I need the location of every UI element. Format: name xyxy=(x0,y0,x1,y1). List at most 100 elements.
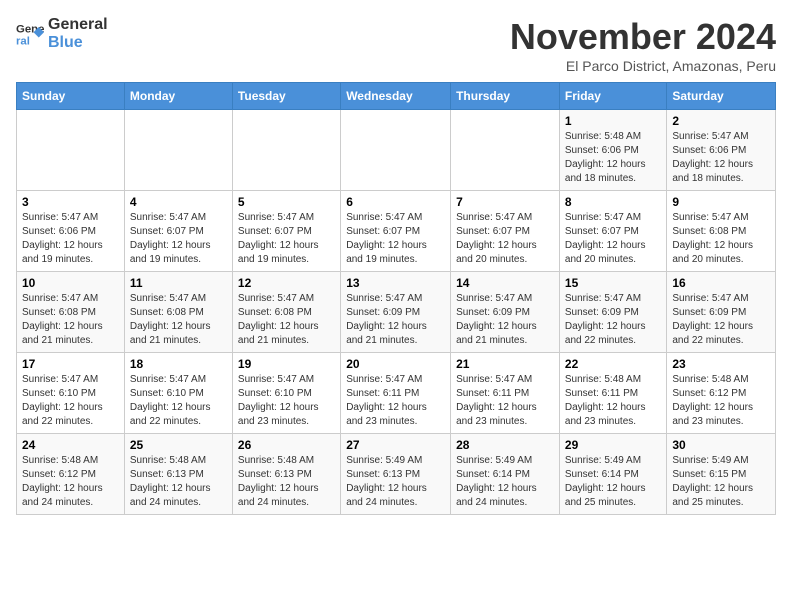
calendar-cell: 14 Sunrise: 5:47 AM Sunset: 6:09 PM Dayli… xyxy=(451,272,560,353)
header-day-saturday: Saturday xyxy=(667,83,776,110)
header-day-friday: Friday xyxy=(559,83,666,110)
day-info: Sunrise: 5:48 AM Sunset: 6:13 PM Dayligh… xyxy=(130,454,227,510)
day-number: 2 xyxy=(672,114,770,128)
day-number: 19 xyxy=(238,357,335,371)
calendar-cell: 15 Sunrise: 5:47 AM Sunset: 6:09 PM Dayli… xyxy=(559,272,666,353)
calendar-cell: 30Sunrise: 5:49 AM Sunset: 6:15 PM Dayli… xyxy=(667,434,776,515)
calendar-cell: 25 Sunrise: 5:48 AM Sunset: 6:13 PM Dayli… xyxy=(124,434,232,515)
day-info: Sunrise: 5:47 AM Sunset: 6:07 PM Dayligh… xyxy=(456,211,554,267)
title-area: November 2024 El Parco District, Amazona… xyxy=(510,16,776,74)
header-day-tuesday: Tuesday xyxy=(232,83,340,110)
week-row-0: 1 Sunrise: 5:48 AM Sunset: 6:06 PM Daylig… xyxy=(17,110,776,191)
day-number: 3 xyxy=(22,195,119,209)
svg-text:ral: ral xyxy=(16,35,30,47)
day-info: Sunrise: 5:47 AM Sunset: 6:10 PM Dayligh… xyxy=(238,373,335,429)
day-info: Sunrise: 5:47 AM Sunset: 6:09 PM Dayligh… xyxy=(456,292,554,348)
day-info: Sunrise: 5:47 AM Sunset: 6:08 PM Dayligh… xyxy=(22,292,119,348)
calendar-cell xyxy=(124,110,232,191)
subtitle: El Parco District, Amazonas, Peru xyxy=(510,58,776,74)
calendar-cell: 3 Sunrise: 5:47 AM Sunset: 6:06 PM Daylig… xyxy=(17,191,125,272)
day-number: 11 xyxy=(130,276,227,290)
day-info: Sunrise: 5:48 AM Sunset: 6:06 PM Dayligh… xyxy=(565,130,661,186)
calendar-cell: 26Sunrise: 5:48 AM Sunset: 6:13 PM Dayli… xyxy=(232,434,340,515)
day-info: Sunrise: 5:47 AM Sunset: 6:07 PM Dayligh… xyxy=(238,211,335,267)
day-number: 28 xyxy=(456,438,554,452)
day-number: 21 xyxy=(456,357,554,371)
day-number: 16 xyxy=(672,276,770,290)
calendar-cell: 21 Sunrise: 5:47 AM Sunset: 6:11 PM Dayli… xyxy=(451,353,560,434)
day-info: Sunrise: 5:49 AM Sunset: 6:14 PM Dayligh… xyxy=(565,454,661,510)
day-info: Sunrise: 5:47 AM Sunset: 6:06 PM Dayligh… xyxy=(22,211,119,267)
calendar-cell: 12Sunrise: 5:47 AM Sunset: 6:08 PM Dayli… xyxy=(232,272,340,353)
day-info: Sunrise: 5:47 AM Sunset: 6:07 PM Dayligh… xyxy=(130,211,227,267)
day-info: Sunrise: 5:48 AM Sunset: 6:11 PM Dayligh… xyxy=(565,373,661,429)
calendar-cell: 23 Sunrise: 5:48 AM Sunset: 6:12 PM Dayli… xyxy=(667,353,776,434)
calendar-cell xyxy=(451,110,560,191)
calendar-cell: 6 Sunrise: 5:47 AM Sunset: 6:07 PM Daylig… xyxy=(341,191,451,272)
day-info: Sunrise: 5:47 AM Sunset: 6:10 PM Dayligh… xyxy=(130,373,227,429)
calendar-table: SundayMondayTuesdayWednesdayThursdayFrid… xyxy=(16,82,776,515)
day-number: 1 xyxy=(565,114,661,128)
header-row: SundayMondayTuesdayWednesdayThursdayFrid… xyxy=(17,83,776,110)
day-info: Sunrise: 5:48 AM Sunset: 6:12 PM Dayligh… xyxy=(672,373,770,429)
header-day-monday: Monday xyxy=(124,83,232,110)
calendar-cell: 16 Sunrise: 5:47 AM Sunset: 6:09 PM Dayli… xyxy=(667,272,776,353)
calendar-cell: 24 Sunrise: 5:48 AM Sunset: 6:12 PM Dayli… xyxy=(17,434,125,515)
calendar-cell: 19 Sunrise: 5:47 AM Sunset: 6:10 PM Dayli… xyxy=(232,353,340,434)
day-info: Sunrise: 5:47 AM Sunset: 6:09 PM Dayligh… xyxy=(672,292,770,348)
calendar-cell: 4 Sunrise: 5:47 AM Sunset: 6:07 PM Daylig… xyxy=(124,191,232,272)
day-info: Sunrise: 5:48 AM Sunset: 6:12 PM Dayligh… xyxy=(22,454,119,510)
day-number: 5 xyxy=(238,195,335,209)
calendar-cell: 20 Sunrise: 5:47 AM Sunset: 6:11 PM Dayli… xyxy=(341,353,451,434)
day-info: Sunrise: 5:47 AM Sunset: 6:07 PM Dayligh… xyxy=(565,211,661,267)
calendar-cell: 17Sunrise: 5:47 AM Sunset: 6:10 PM Dayli… xyxy=(17,353,125,434)
calendar-cell xyxy=(232,110,340,191)
calendar-cell: 22 Sunrise: 5:48 AM Sunset: 6:11 PM Dayli… xyxy=(559,353,666,434)
calendar-cell: 7 Sunrise: 5:47 AM Sunset: 6:07 PM Daylig… xyxy=(451,191,560,272)
calendar-cell xyxy=(341,110,451,191)
day-info: Sunrise: 5:47 AM Sunset: 6:06 PM Dayligh… xyxy=(672,130,770,186)
day-number: 29 xyxy=(565,438,661,452)
week-row-1: 3 Sunrise: 5:47 AM Sunset: 6:06 PM Daylig… xyxy=(17,191,776,272)
day-info: Sunrise: 5:47 AM Sunset: 6:11 PM Dayligh… xyxy=(346,373,445,429)
header-day-thursday: Thursday xyxy=(451,83,560,110)
calendar-cell xyxy=(17,110,125,191)
day-info: Sunrise: 5:47 AM Sunset: 6:09 PM Dayligh… xyxy=(346,292,445,348)
day-info: Sunrise: 5:47 AM Sunset: 6:08 PM Dayligh… xyxy=(672,211,770,267)
day-number: 15 xyxy=(565,276,661,290)
header-day-wednesday: Wednesday xyxy=(341,83,451,110)
calendar-cell: 11 Sunrise: 5:47 AM Sunset: 6:08 PM Dayli… xyxy=(124,272,232,353)
day-number: 24 xyxy=(22,438,119,452)
day-info: Sunrise: 5:47 AM Sunset: 6:07 PM Dayligh… xyxy=(346,211,445,267)
calendar-cell: 1 Sunrise: 5:48 AM Sunset: 6:06 PM Daylig… xyxy=(559,110,666,191)
calendar-cell: 29 Sunrise: 5:49 AM Sunset: 6:14 PM Dayli… xyxy=(559,434,666,515)
day-number: 22 xyxy=(565,357,661,371)
day-number: 18 xyxy=(130,357,227,371)
day-info: Sunrise: 5:48 AM Sunset: 6:13 PM Dayligh… xyxy=(238,454,335,510)
day-number: 20 xyxy=(346,357,445,371)
day-number: 13 xyxy=(346,276,445,290)
calendar-cell: 18 Sunrise: 5:47 AM Sunset: 6:10 PM Dayli… xyxy=(124,353,232,434)
day-number: 4 xyxy=(130,195,227,209)
day-number: 25 xyxy=(130,438,227,452)
logo: Gene ral General Blue xyxy=(16,16,108,51)
week-row-4: 24 Sunrise: 5:48 AM Sunset: 6:12 PM Dayli… xyxy=(17,434,776,515)
header: Gene ral General Blue November 2024 El P… xyxy=(16,16,776,74)
day-number: 7 xyxy=(456,195,554,209)
calendar-header: SundayMondayTuesdayWednesdayThursdayFrid… xyxy=(17,83,776,110)
calendar-cell: 28Sunrise: 5:49 AM Sunset: 6:14 PM Dayli… xyxy=(451,434,560,515)
day-number: 14 xyxy=(456,276,554,290)
calendar-cell: 10 Sunrise: 5:47 AM Sunset: 6:08 PM Dayli… xyxy=(17,272,125,353)
day-info: Sunrise: 5:47 AM Sunset: 6:09 PM Dayligh… xyxy=(565,292,661,348)
day-info: Sunrise: 5:47 AM Sunset: 6:08 PM Dayligh… xyxy=(130,292,227,348)
day-number: 17 xyxy=(22,357,119,371)
day-number: 10 xyxy=(22,276,119,290)
day-info: Sunrise: 5:47 AM Sunset: 6:11 PM Dayligh… xyxy=(456,373,554,429)
day-info: Sunrise: 5:49 AM Sunset: 6:13 PM Dayligh… xyxy=(346,454,445,510)
day-number: 23 xyxy=(672,357,770,371)
day-number: 30 xyxy=(672,438,770,452)
calendar-cell: 9Sunrise: 5:47 AM Sunset: 6:08 PM Daylig… xyxy=(667,191,776,272)
month-title: November 2024 xyxy=(510,16,776,58)
day-number: 6 xyxy=(346,195,445,209)
week-row-2: 10 Sunrise: 5:47 AM Sunset: 6:08 PM Dayli… xyxy=(17,272,776,353)
